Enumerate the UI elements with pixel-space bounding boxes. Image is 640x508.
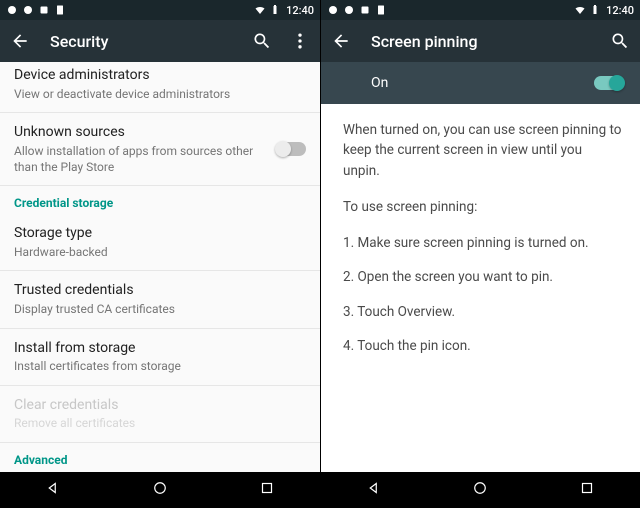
- desc-intro: When turned on, you can use screen pinni…: [343, 120, 622, 181]
- notif-icon: [359, 4, 371, 16]
- page-title: Security: [50, 32, 250, 51]
- notif-icon: [22, 4, 34, 16]
- row-device-administrators[interactable]: Device administrators View or deactivate…: [0, 62, 320, 113]
- status-right: 12:40: [254, 4, 314, 17]
- row-install-from-storage[interactable]: Install from storage Install certificate…: [0, 329, 320, 386]
- section-advanced: Advanced: [0, 443, 320, 471]
- row-trusted-credentials[interactable]: Trusted credentials Display trusted CA c…: [0, 271, 320, 328]
- page-title: Screen pinning: [371, 32, 608, 51]
- search-icon[interactable]: [250, 29, 274, 53]
- notif-icon: [327, 4, 339, 16]
- settings-list[interactable]: Device administrators View or deactivate…: [0, 62, 320, 472]
- screen-security: 12:40 Security Device administrators Vie…: [0, 0, 320, 508]
- on-banner: On: [321, 62, 640, 104]
- step-1: 1. Make sure screen pinning is turned on…: [343, 233, 622, 253]
- wifi-icon: [254, 4, 266, 16]
- notif-icon: [343, 4, 355, 16]
- action-bar: Screen pinning: [321, 20, 640, 62]
- row-unknown-sources[interactable]: Unknown sources Allow installation of ap…: [0, 113, 320, 186]
- unknown-sources-toggle[interactable]: [276, 142, 306, 156]
- status-left: [6, 4, 66, 16]
- nav-bar: [321, 472, 640, 508]
- wifi-icon: [574, 4, 586, 16]
- action-bar: Security: [0, 20, 320, 62]
- nav-back-icon[interactable]: [44, 479, 62, 501]
- clock: 12:40: [286, 4, 314, 17]
- nav-recent-icon[interactable]: [258, 479, 276, 501]
- status-bar: 12:40: [0, 0, 320, 20]
- status-bar: 12:40: [321, 0, 640, 20]
- on-label: On: [371, 75, 388, 91]
- battery-icon: [589, 4, 601, 16]
- nav-home-icon[interactable]: [151, 479, 169, 501]
- overflow-icon[interactable]: [288, 29, 312, 53]
- nav-bar: [0, 472, 320, 508]
- status-right: 12:40: [574, 4, 634, 17]
- screen-screen-pinning: 12:40 Screen pinning On When turned on, …: [320, 0, 640, 508]
- notif-icon: [38, 4, 50, 16]
- back-icon[interactable]: [329, 29, 353, 53]
- step-2: 2. Open the screen you want to pin.: [343, 267, 622, 287]
- screen-pinning-toggle[interactable]: [594, 76, 624, 90]
- back-icon[interactable]: [8, 29, 32, 53]
- description-body: When turned on, you can use screen pinni…: [321, 104, 640, 472]
- row-storage-type[interactable]: Storage type Hardware-backed: [0, 214, 320, 271]
- nav-back-icon[interactable]: [365, 479, 383, 501]
- clock: 12:40: [606, 4, 634, 17]
- step-4: 4. Touch the pin icon.: [343, 336, 622, 356]
- battery-icon: [269, 4, 281, 16]
- row-clear-credentials: Clear credentials Remove all certificate…: [0, 386, 320, 443]
- desc-prompt: To use screen pinning:: [343, 197, 622, 217]
- search-icon[interactable]: [608, 29, 632, 53]
- step-3: 3. Touch Overview.: [343, 302, 622, 322]
- status-left: [327, 4, 387, 16]
- nav-recent-icon[interactable]: [578, 479, 596, 501]
- section-credential-storage: Credential storage: [0, 186, 320, 214]
- notif-icon: [6, 4, 18, 16]
- notif-icon: [375, 4, 387, 16]
- nav-home-icon[interactable]: [471, 479, 489, 501]
- notif-icon: [54, 4, 66, 16]
